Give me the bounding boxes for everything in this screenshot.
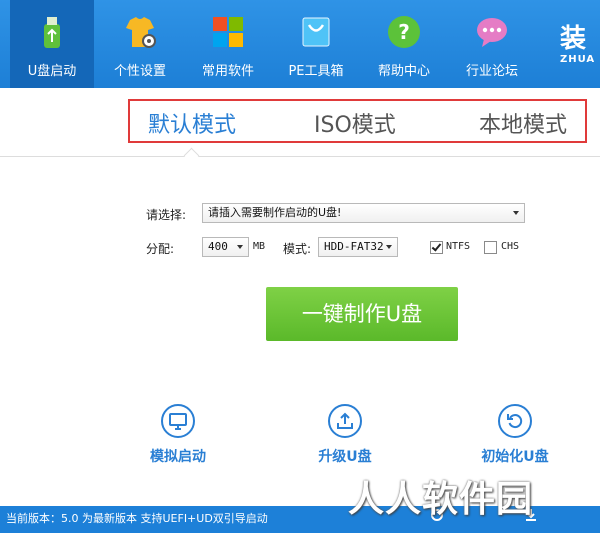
alloc-unit: MB bbox=[253, 241, 266, 252]
tab-default-mode[interactable]: 默认模式 bbox=[148, 107, 236, 139]
tab-divider bbox=[0, 156, 600, 157]
nav-item-common-software[interactable]: 常用软件 bbox=[186, 0, 270, 88]
alloc-size-value: 400 bbox=[208, 240, 228, 253]
nav-item-label: 行业论坛 bbox=[465, 64, 518, 79]
tool-circle bbox=[328, 404, 362, 438]
usb-device-select-value: 请插入需要制作启动的U盘! bbox=[208, 206, 342, 219]
tool-circle bbox=[161, 404, 195, 438]
top-nav-bar: U盘启动 个性设置 常用软件 PE工具箱 ? 帮助中心 行业论坛 装 ZHUA bbox=[0, 0, 600, 88]
tab-local-mode[interactable]: 本地模式 bbox=[479, 107, 567, 139]
init-usb-button[interactable]: 初始化U盘 bbox=[465, 404, 565, 466]
chevron-down-icon bbox=[386, 245, 392, 249]
upgrade-usb-label: 升级U盘 bbox=[318, 449, 372, 465]
usb-icon bbox=[44, 17, 60, 48]
tshirt-gear-icon bbox=[126, 17, 156, 48]
svg-text:?: ? bbox=[398, 20, 410, 44]
alloc-label: 分配: bbox=[146, 242, 175, 256]
version-status-text: 当前版本：5.0 为最新版本 支持UEFI+UD双引导启动 bbox=[6, 512, 268, 525]
upload-icon bbox=[337, 412, 353, 429]
chat-icon bbox=[477, 18, 507, 47]
simulate-boot-label: 模拟启动 bbox=[150, 449, 206, 465]
monitor-icon bbox=[169, 413, 187, 430]
active-tab-pointer bbox=[183, 147, 200, 164]
nav-item-help-center[interactable]: ? 帮助中心 bbox=[362, 0, 446, 88]
mode-tabs: 默认模式 ISO模式 本地模式 bbox=[128, 99, 587, 143]
format-mode-value: HDD-FAT32 bbox=[324, 240, 384, 253]
shopping-bag-icon bbox=[302, 17, 330, 47]
chs-label: CHS bbox=[501, 241, 520, 252]
nav-item-usb-boot[interactable]: U盘启动 bbox=[10, 0, 94, 88]
alloc-size-select[interactable]: 400 bbox=[202, 237, 249, 257]
chs-checkbox[interactable] bbox=[484, 241, 497, 254]
mode-label: 模式: bbox=[283, 242, 312, 256]
usb-device-select[interactable]: 请插入需要制作启动的U盘! bbox=[202, 203, 525, 223]
make-usb-button[interactable]: 一键制作U盘 bbox=[266, 287, 458, 341]
upgrade-usb-button[interactable]: 升级U盘 bbox=[295, 404, 395, 466]
nav-item-personalize[interactable]: 个性设置 bbox=[98, 0, 182, 88]
brand-logo: 装 ZHUA bbox=[560, 24, 596, 65]
watermark-text: 人人软件园 bbox=[348, 479, 534, 520]
chevron-down-icon bbox=[237, 245, 243, 249]
ntfs-checkbox[interactable] bbox=[430, 241, 443, 254]
tool-circle bbox=[498, 404, 532, 438]
select-label: 请选择: bbox=[146, 208, 187, 222]
nav-item-label: 个性设置 bbox=[113, 64, 166, 79]
tab-iso-mode[interactable]: ISO模式 bbox=[314, 107, 396, 139]
format-mode-select[interactable]: HDD-FAT32 bbox=[318, 237, 398, 257]
init-usb-label: 初始化U盘 bbox=[481, 449, 549, 465]
help-icon: ? bbox=[388, 16, 420, 48]
reset-icon bbox=[507, 414, 523, 429]
nav-item-label: U盘启动 bbox=[27, 64, 77, 79]
nav-item-label: 常用软件 bbox=[201, 64, 254, 79]
windows-icon bbox=[213, 17, 243, 47]
ntfs-label: NTFS bbox=[446, 241, 471, 252]
simulate-boot-button[interactable]: 模拟启动 bbox=[128, 404, 228, 466]
chevron-down-icon bbox=[513, 211, 519, 215]
nav-item-label: 帮助中心 bbox=[377, 64, 430, 79]
nav-item-pe-toolbox[interactable]: PE工具箱 bbox=[274, 0, 358, 88]
nav-item-label: PE工具箱 bbox=[288, 64, 344, 79]
nav-item-forum[interactable]: 行业论坛 bbox=[450, 0, 534, 88]
